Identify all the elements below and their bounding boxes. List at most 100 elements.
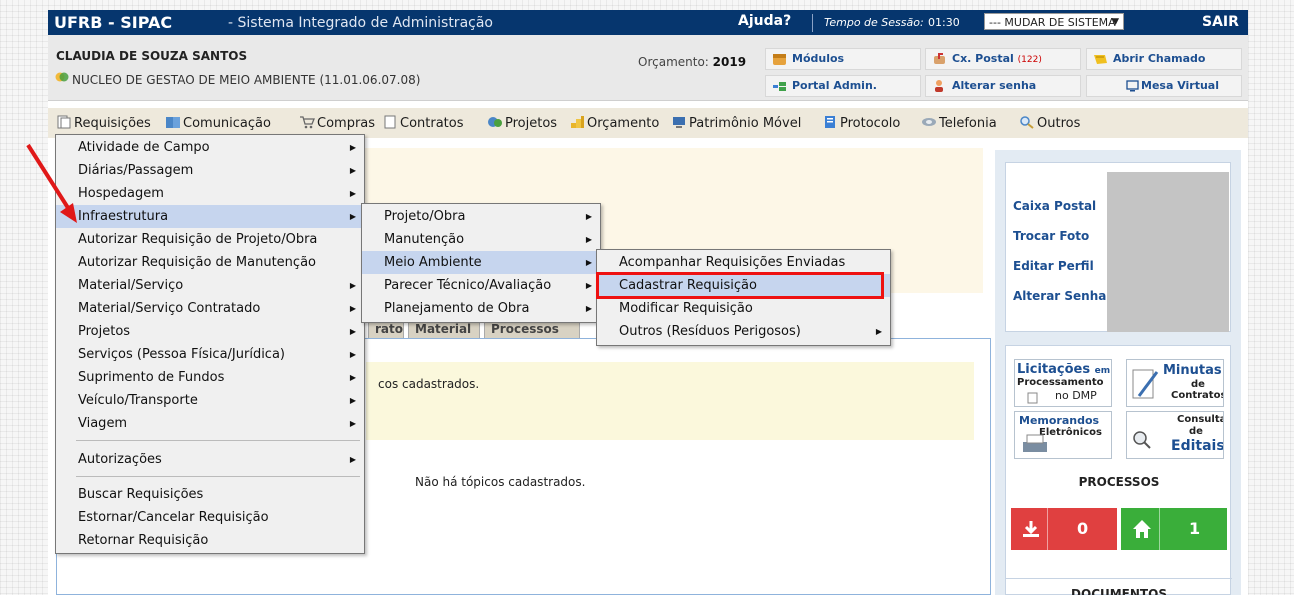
menu-telefonia[interactable]: Telefonia	[921, 115, 997, 131]
editais-banner[interactable]: Consulta de Editais	[1126, 411, 1224, 459]
menu-comunicacao[interactable]: Comunicação	[165, 115, 271, 131]
menu-item-planejamento-de-obra[interactable]: Planejamento de Obra ▶	[362, 297, 600, 320]
user-name: CLAUDIA DE SOUZA SANTOS	[56, 49, 248, 63]
virtual-desk-button[interactable]: Mesa Virtual	[1086, 75, 1242, 97]
portal-admin-button[interactable]: Portal Admin.	[765, 75, 921, 97]
menu-contratos-label: Contratos	[400, 116, 464, 131]
caixa-postal-link[interactable]: Caixa Postal	[1013, 199, 1096, 213]
menu-orcamento[interactable]: Orçamento	[569, 115, 659, 131]
processes-unit-button[interactable]: 1	[1121, 508, 1227, 550]
app-title[interactable]: UFRB - SIPAC	[54, 13, 172, 32]
menu-contratos[interactable]: Contratos	[382, 115, 464, 131]
menu-item-retornar-requisicao[interactable]: Retornar Requisição	[56, 529, 364, 552]
change-password-button[interactable]: Alterar senha	[925, 75, 1081, 97]
menu-item-veiculo-transporte[interactable]: Veículo/Transporte ▶	[56, 389, 364, 412]
menu-item-autorizacoes[interactable]: Autorizações ▶	[56, 448, 364, 471]
open-ticket-label: Abrir Chamado	[1113, 52, 1206, 65]
editar-perfil-link[interactable]: Editar Perfil	[1013, 259, 1094, 273]
minutas-line3: Contratos	[1171, 390, 1224, 401]
menu-item-hospedagem[interactable]: Hospedagem ▶	[56, 182, 364, 205]
menu-item-label: Serviços (Pessoa Física/Jurídica)	[78, 347, 285, 362]
menu-requisicoes[interactable]: Requisições	[56, 115, 151, 131]
meio-ambiente-submenu: Acompanhar Requisições Enviadas Cadastra…	[596, 249, 891, 346]
menu-comunicacao-label: Comunicação	[183, 116, 271, 131]
licitacoes-banner[interactable]: Licitações em Processamento no DMP	[1014, 359, 1112, 407]
menu-item-estornar-cancelar[interactable]: Estornar/Cancelar Requisição	[56, 506, 364, 529]
processes-received-button[interactable]: 0	[1011, 508, 1117, 550]
alterar-senha-link[interactable]: Alterar Senha	[1013, 289, 1106, 303]
submenu-arrow-icon: ▶	[349, 455, 356, 464]
mailbox-button[interactable]: Cx. Postal (122)	[925, 48, 1081, 70]
submenu-arrow-icon: ▶	[585, 258, 592, 267]
notice-box	[366, 362, 974, 440]
menu-item-label: Projeto/Obra	[384, 209, 466, 224]
user-key-icon	[935, 80, 943, 92]
search-document-icon	[1133, 431, 1151, 449]
page: UFRB - SIPAC - Sistema Integrado de Admi…	[48, 10, 1248, 595]
help-link[interactable]: Ajuda?	[738, 13, 791, 29]
menu-item-label: Veículo/Transporte	[78, 393, 198, 408]
menu-item-acompanhar-requisicoes[interactable]: Acompanhar Requisições Enviadas	[597, 251, 890, 274]
caret-down-icon: ▼	[1112, 17, 1119, 27]
menu-item-infraestrutura[interactable]: Infraestrutura ▶	[56, 205, 364, 228]
processes-title: PROCESSOS	[1078, 475, 1160, 489]
menu-item-buscar-requisicoes[interactable]: Buscar Requisições	[56, 483, 364, 506]
memorandos-banner[interactable]: Memorandos Eletrônicos	[1014, 411, 1112, 459]
protocol-icon	[825, 116, 835, 128]
menu-item-projetos[interactable]: Projetos ▶	[56, 320, 364, 343]
trocar-foto-link[interactable]: Trocar Foto	[1013, 229, 1089, 243]
menu-item-label: Autorizar Requisição de Manutenção	[78, 255, 316, 270]
open-ticket-button[interactable]: Abrir Chamado	[1086, 48, 1242, 70]
unit-switch-icon[interactable]	[55, 70, 69, 84]
menu-item-suprimento-de-fundos[interactable]: Suprimento de Fundos ▶	[56, 366, 364, 389]
menu-item-meio-ambiente[interactable]: Meio Ambiente ▶	[362, 251, 600, 274]
editais-line1: Consulta	[1177, 414, 1224, 425]
menu-item-manutencao[interactable]: Manutenção ▶	[362, 228, 600, 251]
menu-item-label: Diárias/Passagem	[78, 163, 194, 178]
budget-year[interactable]: 2019	[713, 55, 746, 69]
menu-item-cadastrar-requisicao[interactable]: Cadastrar Requisição	[597, 274, 890, 297]
annotation-arrow-icon	[26, 143, 77, 223]
divider	[1159, 508, 1160, 550]
menu-item-label: Retornar Requisição	[78, 533, 209, 548]
menu-patrimonio[interactable]: Patrimônio Móvel	[671, 115, 801, 131]
licitacoes-title: Licitações em	[1017, 363, 1110, 377]
menu-item-modificar-requisicao[interactable]: Modificar Requisição	[597, 297, 890, 320]
modules-button[interactable]: Módulos	[765, 48, 921, 70]
menu-item-label: Projetos	[78, 324, 131, 339]
portal-admin-icon	[773, 82, 786, 91]
menu-item-parecer-tecnico[interactable]: Parecer Técnico/Avaliação ▶	[362, 274, 600, 297]
menu-item-servicos[interactable]: Serviços (Pessoa Física/Jurídica) ▶	[56, 343, 364, 366]
menu-item-material-servico[interactable]: Material/Serviço ▶	[56, 274, 364, 297]
menu-outros[interactable]: Outros	[1019, 115, 1080, 131]
notice-text: cos cadastrados.	[378, 377, 480, 391]
menu-item-viagem[interactable]: Viagem ▶	[56, 412, 364, 435]
mailbox-icon	[934, 53, 945, 64]
pen-document-icon	[1132, 369, 1159, 399]
menu-item-material-servico-contratado[interactable]: Material/Serviço Contratado ▶	[56, 297, 364, 320]
no-topics-text: Não há tópicos cadastrados.	[415, 475, 586, 489]
menu-compras-label: Compras	[317, 116, 376, 131]
minutas-banner[interactable]: Minutas de Contratos	[1126, 359, 1224, 407]
menu-projetos[interactable]: Projetos	[487, 115, 557, 131]
system-select[interactable]: --- MUDAR DE SISTEMA --- ▼	[984, 13, 1124, 46]
right-sidebar: Caixa Postal Trocar Foto Editar Perfil A…	[995, 150, 1241, 595]
menu-item-label: Acompanhar Requisições Enviadas	[619, 255, 846, 270]
menu-item-projeto-obra[interactable]: Projeto/Obra ▶	[362, 205, 600, 228]
menu-item-atividade-de-campo[interactable]: Atividade de Campo ▶	[56, 136, 364, 159]
menu-item-label: Meio Ambiente	[384, 255, 482, 270]
documents-icon	[57, 115, 71, 129]
menu-item-label: Autorizações	[78, 452, 162, 467]
menu-separator	[76, 440, 360, 441]
logout-link[interactable]: SAIR	[1202, 14, 1239, 30]
menu-protocolo[interactable]: Protocolo	[822, 115, 900, 131]
menu-compras[interactable]: Compras	[299, 115, 375, 131]
menu-item-diarias[interactable]: Diárias/Passagem ▶	[56, 159, 364, 182]
processes-received-count: 0	[1077, 519, 1089, 538]
computer-icon	[673, 117, 685, 128]
menu-item-outros-residuos[interactable]: Outros (Resíduos Perigosos) ▶	[597, 320, 890, 343]
menu-item-autorizar-projeto-obra[interactable]: Autorizar Requisição de Projeto/Obra	[56, 228, 364, 251]
printer-icon	[1023, 434, 1047, 452]
menu-item-autorizar-manutencao[interactable]: Autorizar Requisição de Manutenção	[56, 251, 364, 274]
menu-item-label: Hospedagem	[78, 186, 164, 201]
